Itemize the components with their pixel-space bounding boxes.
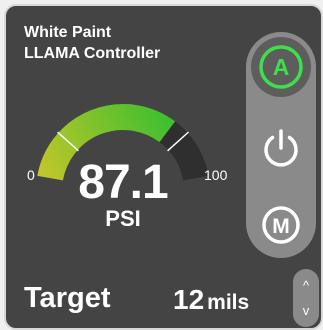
target-unit: mils [207, 291, 250, 314]
manual-mode-glyph: M [272, 215, 290, 238]
auto-mode-glyph: A [273, 54, 290, 80]
target-value: 12 mils [173, 284, 249, 319]
pressure-reading: 87.1 [78, 156, 168, 209]
chevron-up-icon[interactable]: ^ [293, 273, 319, 299]
auto-mode-icon: A [259, 45, 303, 89]
controller-card: White Paint LLAMA Controller 0 100 87.1 … [4, 4, 323, 330]
target-label: Target [24, 282, 111, 314]
mode-panel: A M [246, 32, 316, 258]
manual-mode-icon: M [262, 206, 300, 244]
target-number: 12 [173, 284, 205, 315]
gauge-min-label: 0 [27, 167, 35, 183]
chevron-down-icon[interactable]: v [293, 298, 319, 324]
manual-mode-button[interactable]: M [251, 195, 311, 255]
pressure-unit: PSI [105, 206, 141, 231]
target-stepper: ^ v [293, 269, 319, 327]
auto-mode-button[interactable]: A [251, 37, 311, 97]
gauge-max-label: 100 [204, 167, 228, 183]
power-icon [264, 129, 298, 167]
power-button[interactable] [251, 118, 311, 178]
